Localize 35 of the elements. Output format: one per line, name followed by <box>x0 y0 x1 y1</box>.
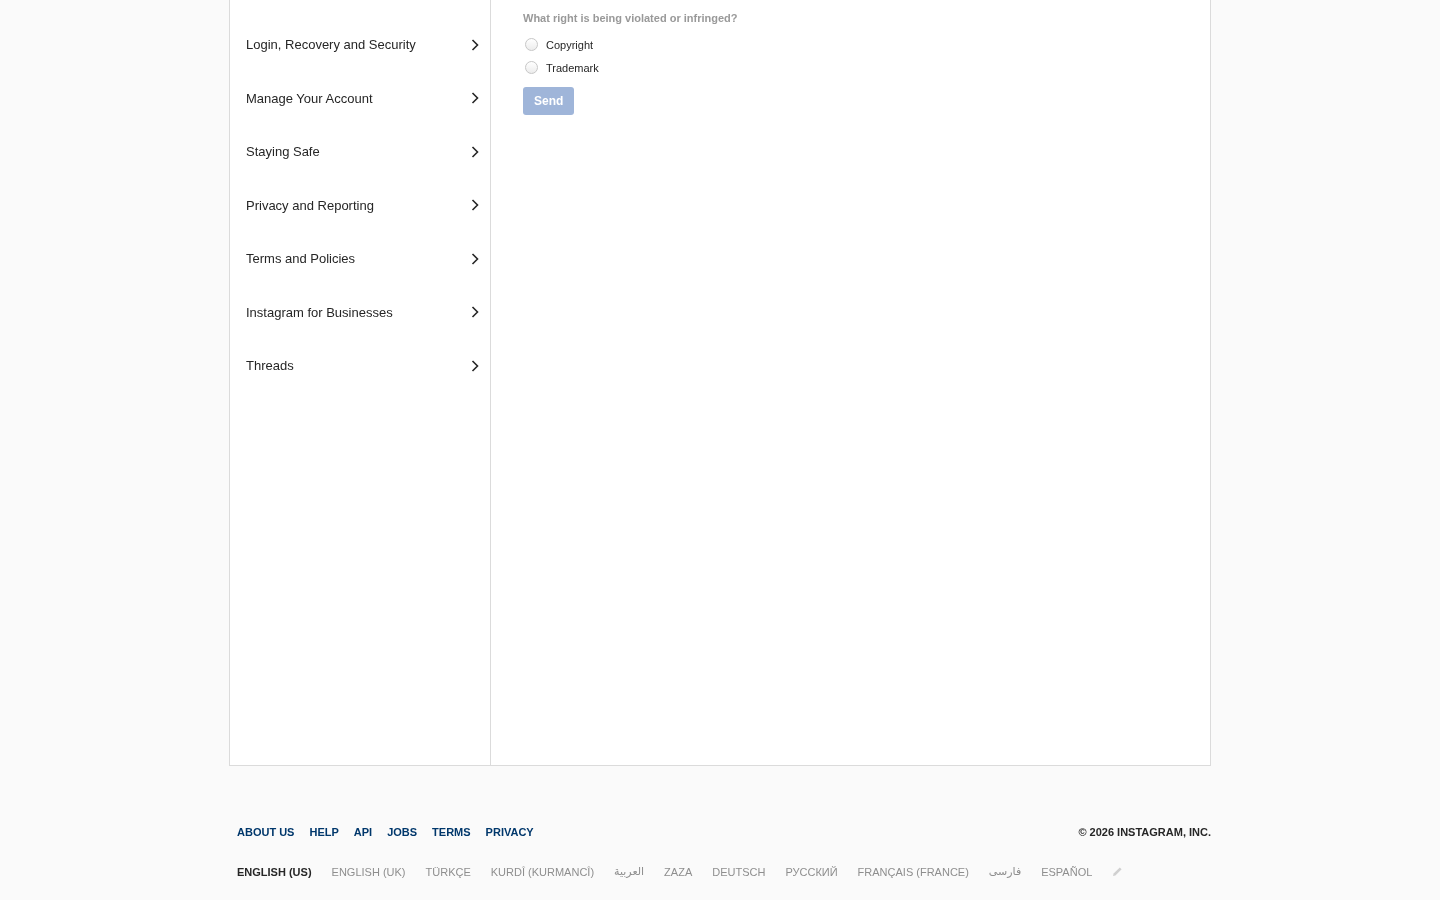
footer-link[interactable]: JOBS <box>387 826 418 838</box>
sidebar-item-label: Threads <box>246 358 294 374</box>
sidebar-item[interactable]: Terms and Policies <box>230 232 490 286</box>
radio-label: Trademark <box>546 61 599 74</box>
sidebar-item-label: Staying Safe <box>246 144 320 160</box>
footer-link[interactable]: ABOUT US <box>237 826 295 838</box>
language-link[interactable]: ENGLISH (US) <box>237 865 312 878</box>
form-question: What right is being violated or infringed? <box>523 12 738 24</box>
sidebar-item[interactable]: Staying Safe <box>230 125 490 179</box>
radio-label: Copyright <box>546 38 594 51</box>
sidebar-item[interactable]: Instagram for Businesses <box>230 285 490 339</box>
chevron-right-icon <box>471 145 479 158</box>
chevron-right-icon <box>471 199 479 212</box>
sidebar-item[interactable]: Privacy and Reporting <box>230 178 490 232</box>
chevron-right-icon <box>471 92 479 105</box>
footer-link[interactable]: TERMS <box>432 826 471 838</box>
chevron-right-icon <box>471 359 479 372</box>
sidebar-item-label: Privacy and Reporting <box>246 197 374 213</box>
sidebar-item[interactable]: Threads <box>230 339 490 393</box>
sidebar-item[interactable]: Login, Recovery and Security <box>230 18 490 72</box>
radio-button[interactable] <box>525 38 538 51</box>
radio-button[interactable] <box>525 61 538 74</box>
chevron-right-icon <box>471 252 479 265</box>
footer-link[interactable]: HELP <box>309 826 339 838</box>
copyright-text: © 2026 INSTAGRAM, INC. <box>1078 826 1211 838</box>
chevron-right-icon <box>471 306 479 319</box>
sidebar-item-label: Terms and Policies <box>246 251 356 267</box>
sidebar-item-label: Instagram for Businesses <box>246 304 393 320</box>
sidebar-item-label: Login, Recovery and Security <box>246 37 416 53</box>
sidebar-item[interactable]: Manage Your Account <box>230 71 490 125</box>
pencil-icon <box>1112 866 1124 877</box>
sidebar-item-label: Manage Your Account <box>246 90 373 106</box>
chevron-right-icon <box>471 38 479 51</box>
footer-link[interactable]: API <box>353 826 373 838</box>
footer-link[interactable]: PRIVACY <box>485 826 534 838</box>
